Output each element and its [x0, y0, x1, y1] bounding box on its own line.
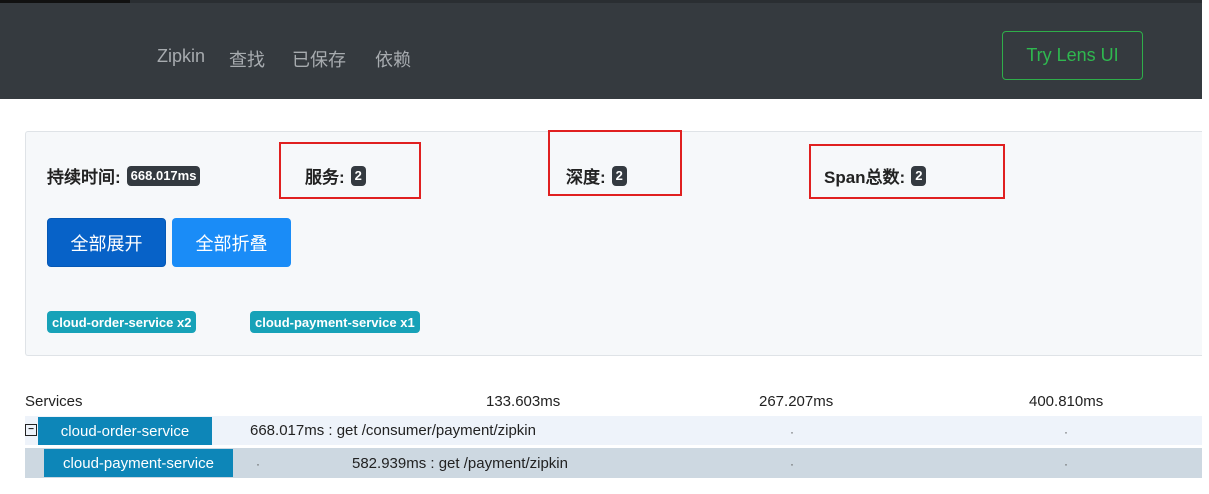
tick-marker: ·	[790, 425, 794, 439]
service-chip-order[interactable]: cloud-order-service	[38, 417, 212, 445]
tick-marker: ·	[790, 457, 794, 471]
highlight-box-span-total	[809, 144, 1005, 199]
brand-link[interactable]: Zipkin	[157, 46, 205, 67]
right-edge-strip	[1202, 0, 1209, 494]
span-label-order[interactable]: 668.017ms : get /consumer/payment/zipkin	[250, 422, 536, 439]
tick-marker: ·	[1064, 457, 1068, 471]
navbar-top-border-dark	[0, 0, 130, 3]
service-tag-payment[interactable]: cloud-payment-service x1	[250, 311, 420, 333]
highlight-box-depth	[548, 130, 682, 196]
tick-marker: ·	[1064, 425, 1068, 439]
service-chip-payment[interactable]: cloud-payment-service	[44, 449, 233, 477]
duration-stat: 持续时间: 668.017ms	[47, 163, 201, 188]
nav-link-saved[interactable]: 已保存	[292, 46, 346, 72]
highlight-box-services	[279, 142, 421, 199]
navbar-top-border	[0, 0, 1202, 3]
timeline-services-header: Services	[25, 393, 83, 410]
service-tag-order[interactable]: cloud-order-service x2	[47, 311, 197, 333]
try-lens-ui-button[interactable]: Try Lens UI	[1002, 31, 1143, 80]
timeline-tick-1: 133.603ms	[486, 393, 561, 410]
collapse-toggle-icon[interactable]: −	[25, 424, 37, 436]
duration-badge: 668.017ms	[126, 165, 201, 186]
span-label-payment[interactable]: 582.939ms : get /payment/zipkin	[352, 455, 568, 472]
collapse-all-button[interactable]: 全部折叠	[172, 218, 291, 267]
timeline-tick-3: 400.810ms	[1029, 393, 1104, 410]
expand-all-button[interactable]: 全部展开	[47, 218, 166, 267]
duration-label: 持续时间:	[47, 168, 121, 187]
tick-marker: ·	[256, 457, 260, 471]
timeline-tick-2: 267.207ms	[759, 393, 834, 410]
nav-link-dependencies[interactable]: 依赖	[375, 46, 411, 72]
nav-link-search[interactable]: 查找	[229, 46, 265, 72]
